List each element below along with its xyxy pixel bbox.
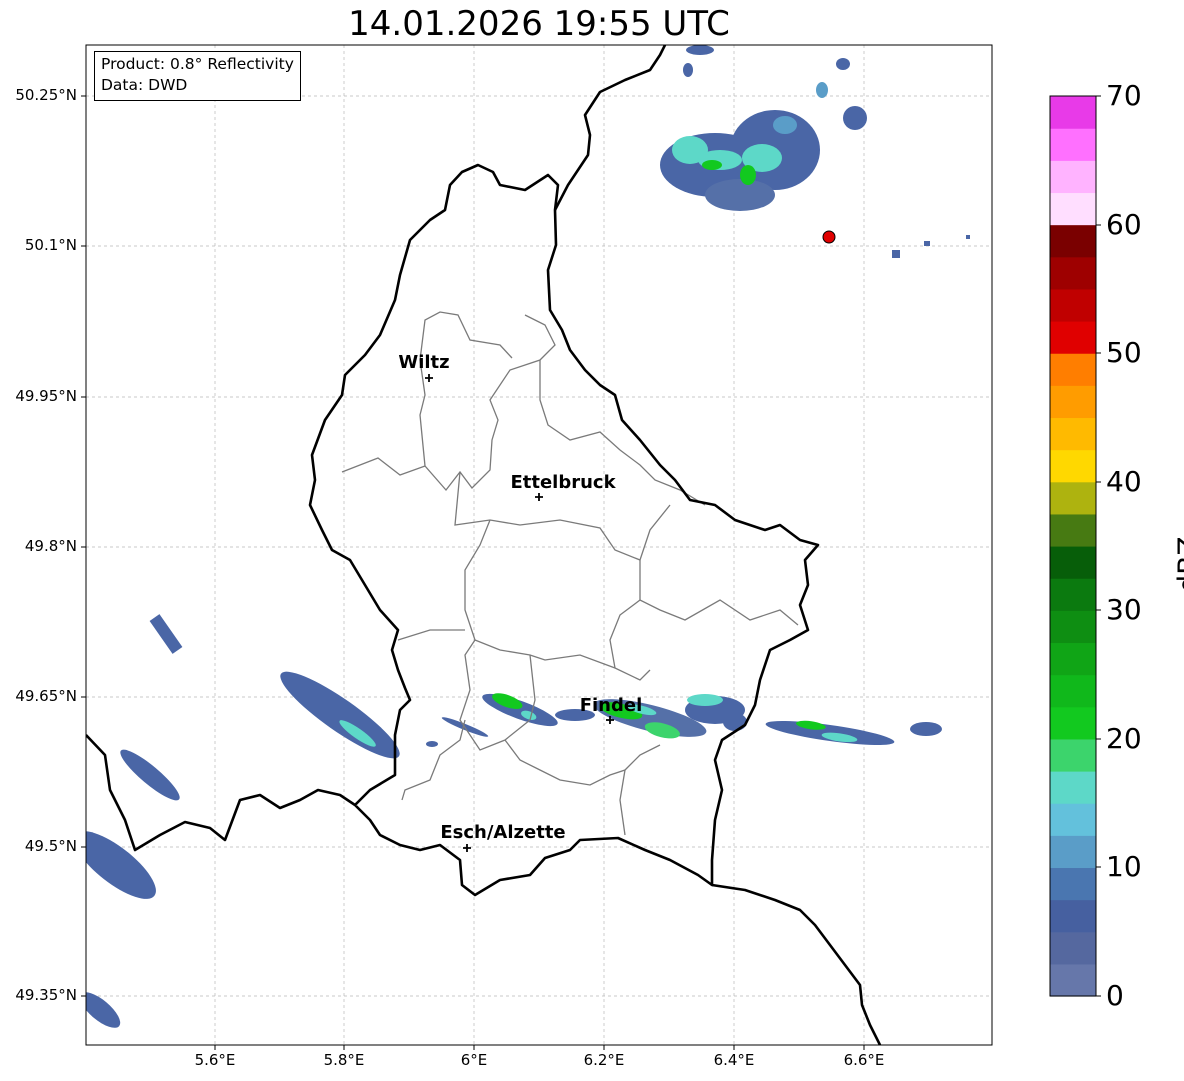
colorbar-segment [1050, 674, 1096, 708]
colorbar-unit-label: dBZ [1171, 536, 1184, 593]
colorbar-tick-label: 30 [1106, 593, 1142, 626]
colorbar-segment [1050, 803, 1096, 836]
colorbar-segment [1050, 353, 1096, 386]
data-source-label: Data: DWD [101, 76, 188, 94]
colorbar-segment [1050, 192, 1096, 226]
city-label: Findel [580, 695, 643, 716]
colorbar-ticks [1096, 95, 1101, 997]
colorbar-segment [1050, 835, 1096, 869]
radar-map: Wiltz Ettelbruck Findel Esch/Alzette [81, 44, 1101, 1050]
lon-label: 5.8°E [323, 1051, 365, 1069]
city-marker-icon [425, 374, 433, 382]
city-wiltz: Wiltz [398, 352, 450, 382]
lon-label: 6.2°E [583, 1051, 625, 1069]
product-info-box: Product: 0.8° Reflectivity Data: DWD [94, 51, 301, 101]
colorbar-segment [1050, 738, 1096, 772]
colorbar-segment [1050, 642, 1096, 676]
colorbar-segment [1050, 931, 1096, 965]
colorbar-segment [1050, 578, 1096, 611]
city-ettelbruck: Ettelbruck [510, 472, 617, 501]
city-esch-alzette: Esch/Alzette [440, 822, 566, 852]
cantonal-boundaries [341, 311, 799, 836]
colorbar-segment [1050, 546, 1096, 579]
colorbar-segment [1050, 224, 1096, 258]
colorbar-segment [1050, 963, 1096, 997]
lon-label: 6.6°E [843, 1051, 885, 1069]
colorbar-tick-label: 0 [1106, 979, 1124, 1012]
colorbar-tick-label: 40 [1106, 465, 1142, 498]
colorbar-tick-label: 20 [1106, 722, 1142, 755]
lon-label: 6°E [460, 1051, 488, 1069]
colorbar-segment [1050, 128, 1096, 161]
lon-label: 5.6°E [194, 1051, 236, 1069]
colorbar-segment [1050, 288, 1096, 322]
colorbar-segment [1050, 160, 1096, 194]
lat-label: 49.65°N [15, 687, 77, 705]
lat-label: 50.25°N [15, 86, 77, 104]
colorbar-segment [1050, 481, 1096, 515]
colorbar-segment [1050, 256, 1096, 290]
colorbar-segment [1050, 321, 1096, 354]
radar-station-marker [822, 230, 836, 244]
colorbar-segment [1050, 417, 1096, 451]
colorbar-segment [1050, 706, 1096, 740]
colorbar-segment [1050, 867, 1096, 901]
colorbar-tick-label: 60 [1106, 208, 1142, 241]
colorbar-segment [1050, 610, 1096, 644]
lat-label: 49.95°N [15, 387, 77, 405]
lat-label: 49.8°N [24, 537, 77, 555]
colorbar-tick-label: 10 [1106, 850, 1142, 883]
map-frame [85, 44, 993, 1046]
city-label: Ettelbruck [510, 472, 616, 493]
lat-label: 50.1°N [24, 236, 77, 254]
city-label: Wiltz [398, 352, 449, 373]
colorbar-segment [1050, 513, 1096, 547]
city-marker-icon [535, 493, 543, 501]
radar-echoes [86, 45, 970, 1028]
colorbar-segment [1050, 449, 1096, 483]
colorbar-segment [1050, 899, 1096, 933]
colorbar-segment [1050, 96, 1096, 129]
colorbar [1050, 96, 1096, 997]
colorbar-tick-label: 50 [1106, 336, 1142, 369]
colorbar-tick-label: 70 [1106, 79, 1142, 112]
city-label: Esch/Alzette [440, 822, 565, 843]
lat-label: 49.5°N [24, 837, 77, 855]
lat-label: 49.35°N [15, 986, 77, 1004]
lon-label: 6.4°E [713, 1051, 755, 1069]
product-label: Product: 0.8° Reflectivity [101, 55, 294, 73]
colorbar-segment [1050, 385, 1096, 419]
city-marker-icon [463, 844, 471, 852]
colorbar-segment [1050, 771, 1096, 804]
axis-ticks [81, 95, 865, 1050]
map-gridlines [86, 45, 992, 1045]
